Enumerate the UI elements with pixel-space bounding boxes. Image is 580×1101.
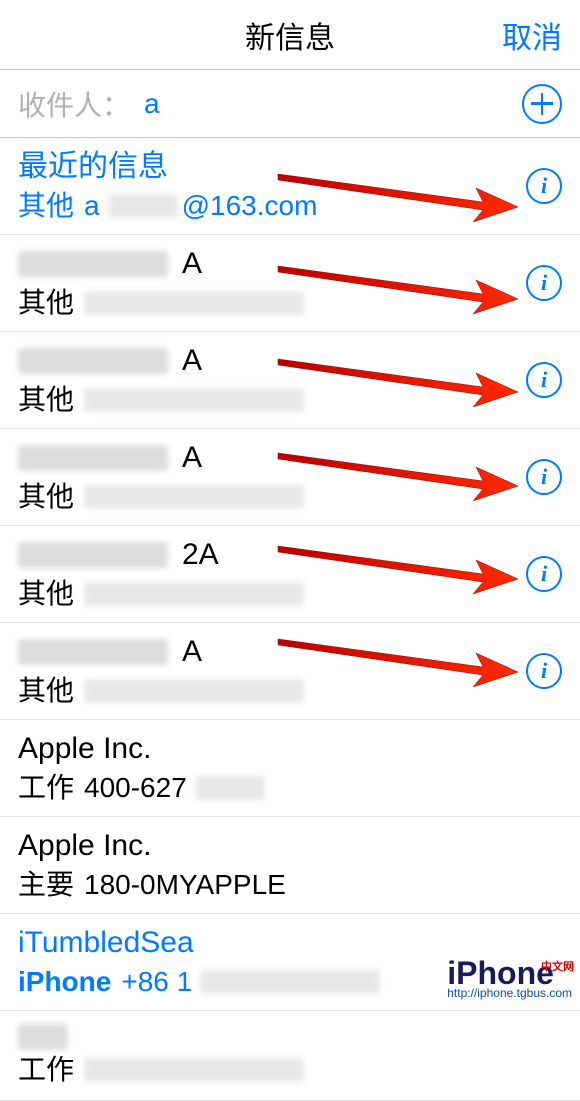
contact-name: xA xyxy=(18,342,562,380)
contact-detail: 工作400-627x xyxy=(18,770,562,806)
list-item[interactable]: xA其他xi xyxy=(0,332,580,429)
contact-detail: 主要180-0MYAPPLE xyxy=(18,867,562,903)
add-recipient-button[interactable] xyxy=(522,84,562,124)
contact-detail: 其他x xyxy=(18,285,562,321)
contact-detail: 其他x xyxy=(18,479,562,515)
contact-name: Apple Inc. xyxy=(18,827,562,865)
contact-detail: 其他x xyxy=(18,576,562,612)
list-item[interactable]: xA其他xi xyxy=(0,429,580,526)
contact-detail: 工作x xyxy=(18,1052,562,1088)
contact-detail: 其他x xyxy=(18,673,562,709)
contact-detail: 其他x xyxy=(18,382,562,418)
list-item[interactable]: xA其他xi xyxy=(0,623,580,720)
info-icon[interactable]: i xyxy=(526,653,562,689)
info-icon[interactable]: i xyxy=(526,168,562,204)
cancel-button[interactable]: 取消 xyxy=(502,13,562,57)
contact-name: 最近的信息 xyxy=(18,148,562,186)
recipient-label: 收件人： xyxy=(18,84,130,124)
contact-name: xA xyxy=(18,245,562,283)
contact-name: x2A xyxy=(18,536,562,574)
info-icon[interactable]: i xyxy=(526,265,562,301)
watermark: iPhone 中文网 http://iphone.tgbus.com xyxy=(447,955,572,1000)
recipient-input[interactable]: a xyxy=(144,88,522,120)
list-item[interactable]: Apple Inc.工作400-627x xyxy=(0,720,580,817)
contact-name: xA xyxy=(18,439,562,477)
contact-name: xA xyxy=(18,633,562,671)
list-item[interactable]: x2A其他xi xyxy=(0,526,580,623)
list-item[interactable]: Apple Inc.主要180-0MYAPPLE xyxy=(0,817,580,914)
header: 新信息 取消 xyxy=(0,0,580,70)
contact-detail: 其他ax@163.com xyxy=(18,188,562,224)
list-item[interactable]: 最近的信息其他ax@163.comi xyxy=(0,138,580,235)
recipient-bar: 收件人： a xyxy=(0,70,580,138)
info-icon[interactable]: i xyxy=(526,362,562,398)
contact-name: x xyxy=(18,1024,562,1050)
page-title: 新信息 xyxy=(245,13,335,57)
list-item[interactable]: xA其他xi xyxy=(0,235,580,332)
info-icon[interactable]: i xyxy=(526,459,562,495)
info-icon[interactable]: i xyxy=(526,556,562,592)
contact-name: Apple Inc. xyxy=(18,730,562,768)
list-item[interactable]: x工作x xyxy=(0,1011,580,1101)
